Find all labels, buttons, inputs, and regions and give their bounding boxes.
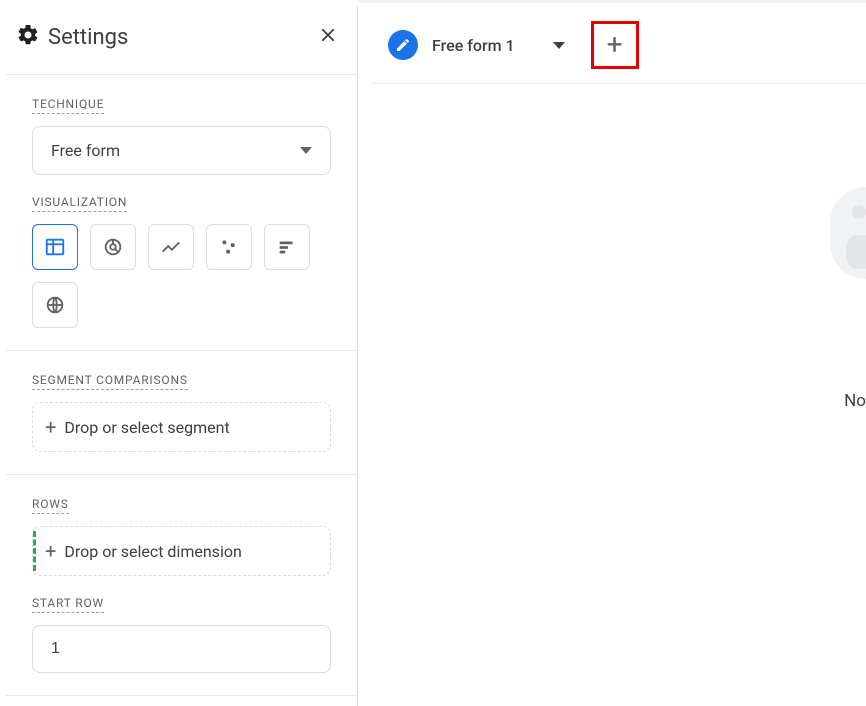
technique-value: Free form [51,141,120,160]
startrow-label: START ROW [32,596,104,613]
visualization-grid [32,224,331,328]
plus-icon: + [45,541,56,561]
settings-sidebar: Settings TECHNIQUE Free form VISUALIZATI… [6,6,358,706]
sidebar-header: Settings [6,6,357,75]
viz-donut-icon[interactable] [90,224,136,270]
plus-icon: + [607,31,623,59]
rows-label: ROWS [32,497,69,514]
viz-bar-icon[interactable] [264,224,310,270]
segment-placeholder: Drop or select segment [64,418,229,437]
tab-name[interactable]: Free form 1 [432,36,515,55]
viz-line-icon[interactable] [148,224,194,270]
no-data-text: No [844,391,866,411]
chevron-down-icon [300,147,312,154]
rows-dropzone[interactable]: + Drop or select dimension [32,526,331,576]
add-tab-button[interactable]: + [591,21,639,69]
segment-section: SEGMENT COMPARISONS + Drop or select seg… [6,351,357,475]
startrow-input[interactable] [32,625,331,673]
avatar-placeholder [830,187,866,279]
main-area: Free form 1 + Add New Tab form No [358,0,866,706]
technique-section: TECHNIQUE Free form VISUALIZATION [6,75,357,351]
gear-icon [16,23,40,51]
tab-dropdown-icon[interactable] [553,42,565,49]
technique-select[interactable]: Free form [32,126,331,175]
close-icon[interactable] [313,20,343,54]
settings-title-wrap: Settings [16,23,128,51]
plus-icon: + [45,417,56,437]
rows-section: ROWS + Drop or select dimension START RO… [6,475,357,696]
viz-table-icon[interactable] [32,224,78,270]
viz-scatter-icon[interactable] [206,224,252,270]
viz-geo-icon[interactable] [32,282,78,328]
tabs-bar: Free form 1 + [372,7,866,84]
settings-title: Settings [48,25,128,50]
visualization-label: VISUALIZATION [32,195,127,212]
technique-label: TECHNIQUE [32,97,104,114]
rows-placeholder: Drop or select dimension [64,542,241,561]
segment-dropzone[interactable]: + Drop or select segment [32,402,331,452]
pencil-icon[interactable] [388,30,418,60]
segment-label: SEGMENT COMPARISONS [32,373,188,390]
